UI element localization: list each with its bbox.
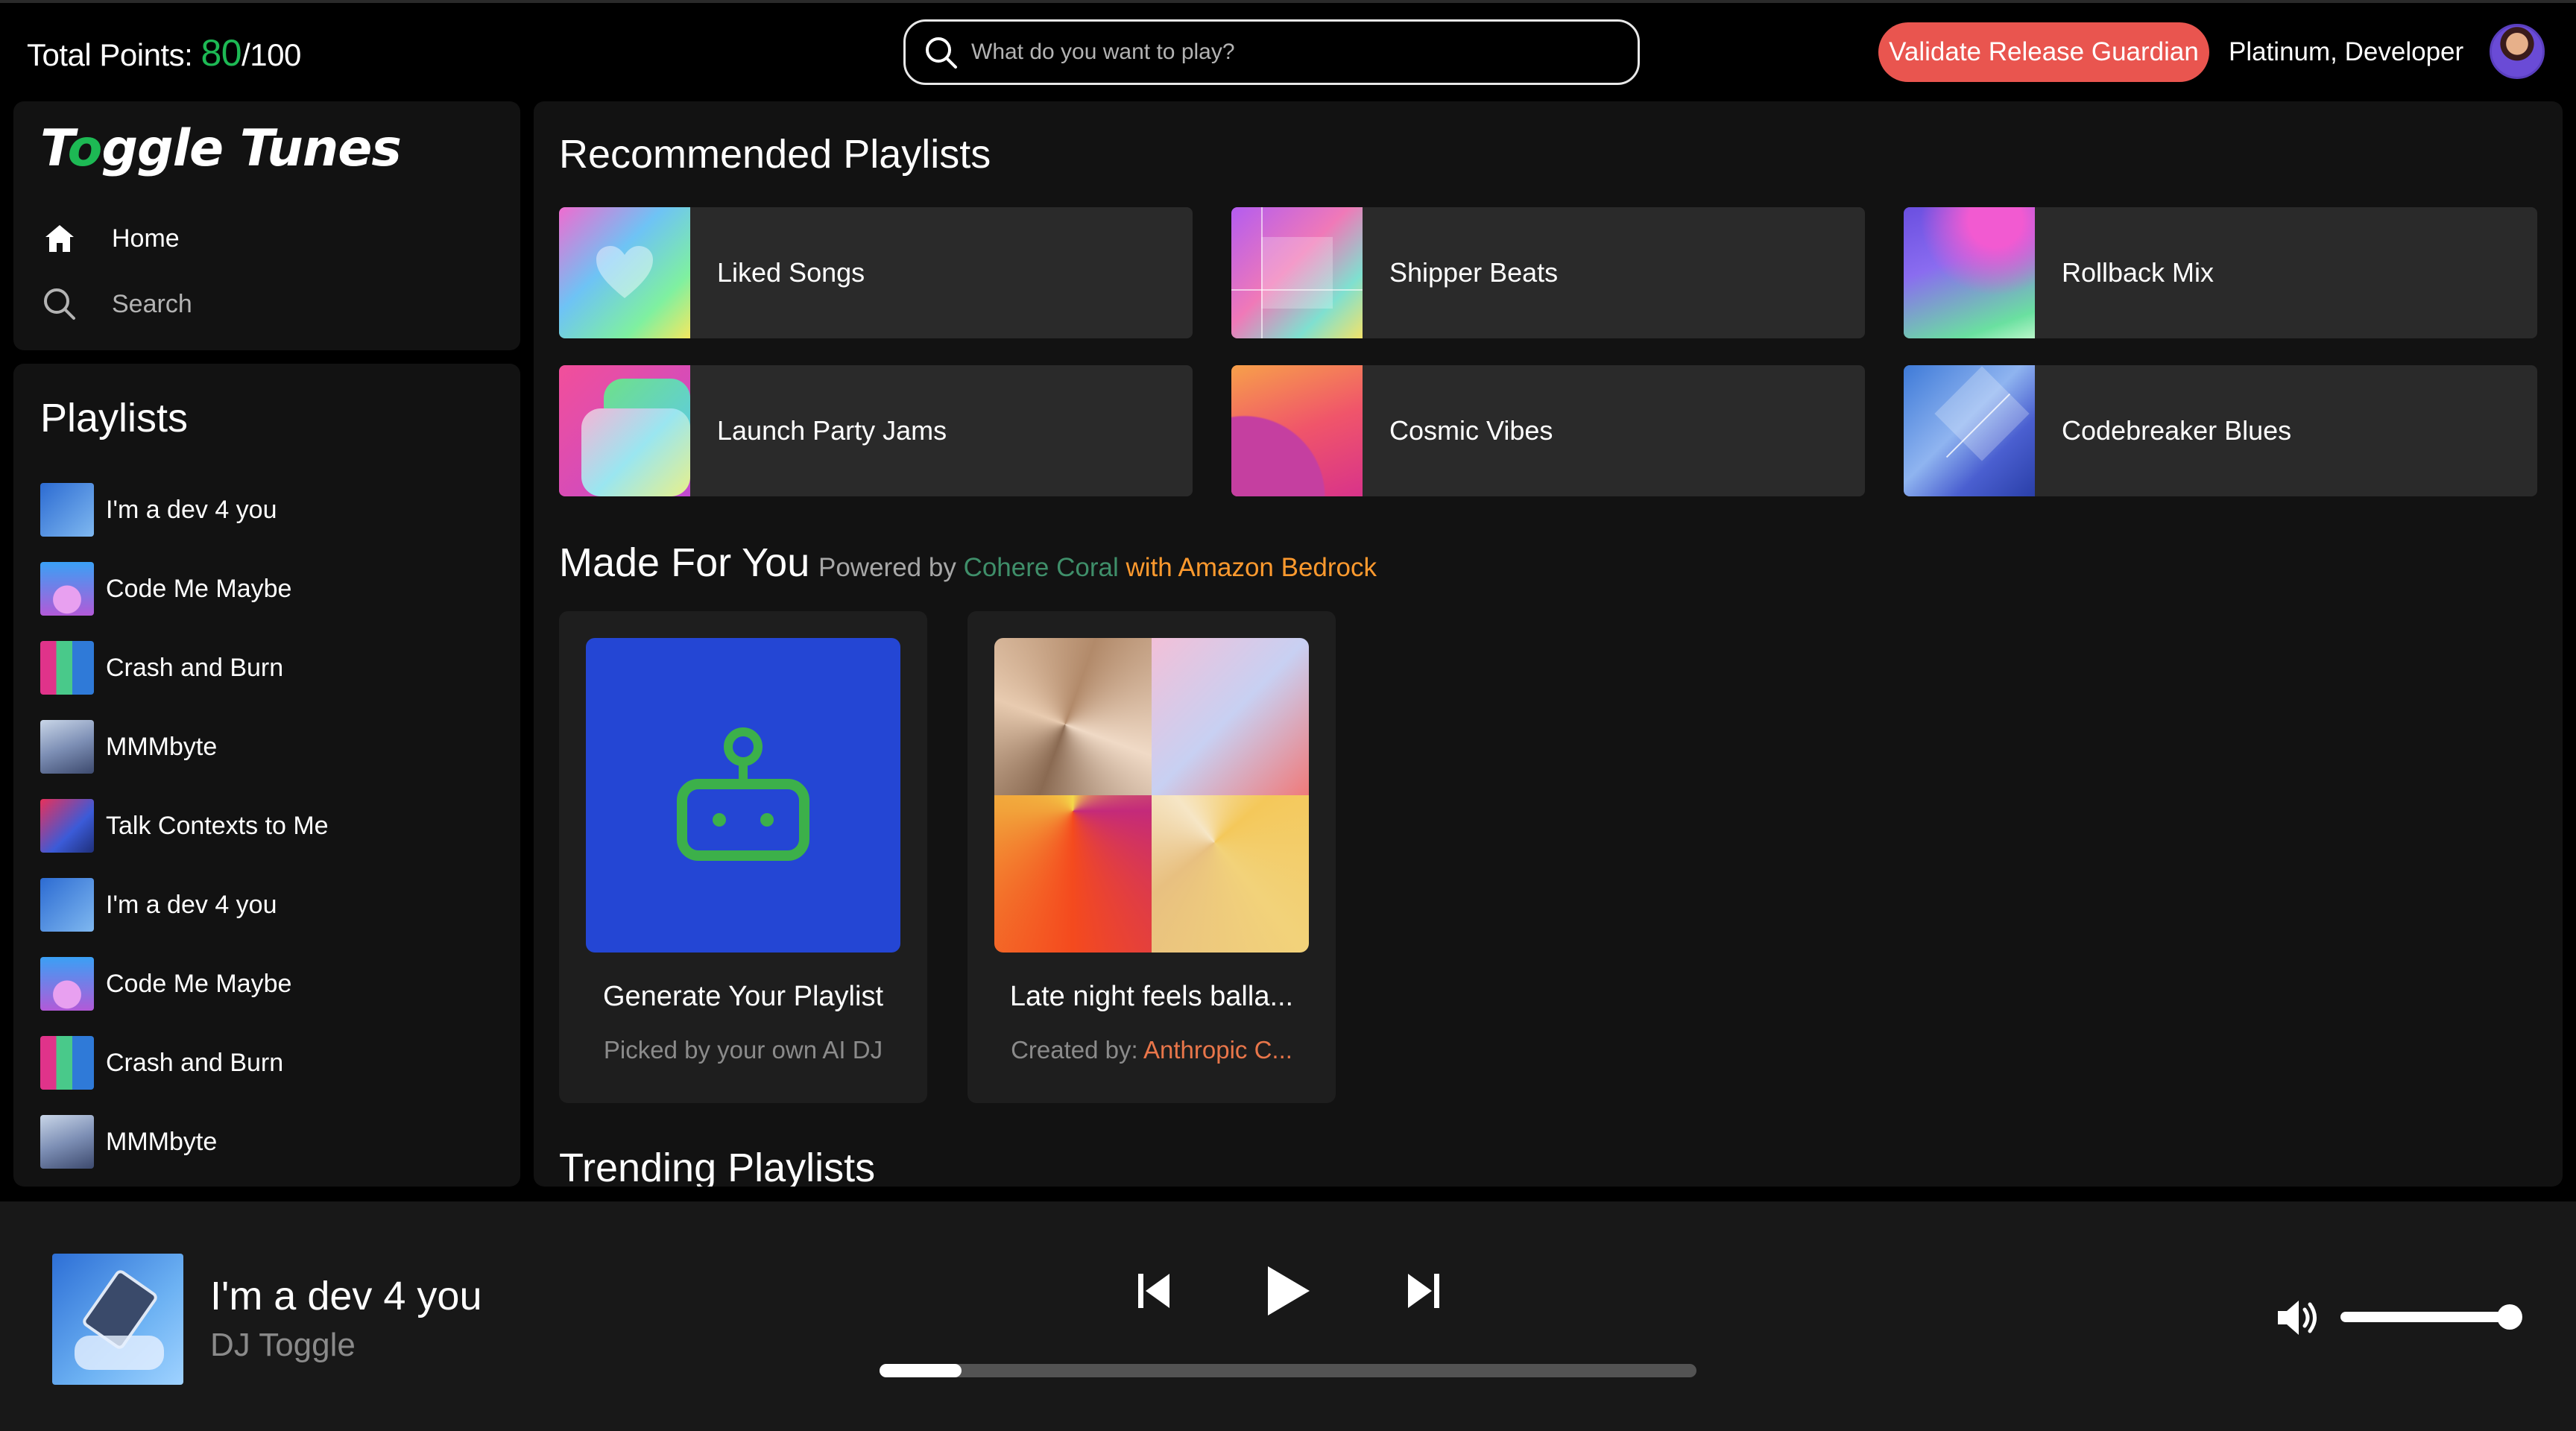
next-button[interactable] (1403, 1270, 1445, 1312)
recommended-card-label: Codebreaker Blues (2062, 415, 2292, 446)
recommended-heading: Recommended Playlists (559, 132, 991, 177)
recommended-card[interactable]: Rollback Mix (1904, 207, 2537, 338)
playlist-cover (1231, 365, 1363, 496)
playlist-cover (994, 638, 1309, 953)
playlist-item[interactable]: I'm a dev 4 you (40, 483, 277, 537)
total-points: Total Points: 80/100 (27, 31, 301, 75)
points-total: /100 (242, 37, 301, 72)
home-icon (40, 219, 79, 258)
recommended-card-label: Shipper Beats (1389, 257, 1559, 288)
top-bar: Total Points: 80/100 Validate Release Gu… (0, 0, 2576, 98)
player-bar: I'm a dev 4 you DJ Toggle (0, 1201, 2576, 1431)
playlist-cover (1904, 207, 2035, 338)
now-playing-cover (52, 1254, 183, 1385)
points-label: Total Points: (27, 37, 193, 72)
playlist-item[interactable]: Talk Contexts to Me (40, 799, 329, 853)
nav-home[interactable]: Home (40, 219, 180, 258)
nav-search-label: Search (112, 289, 192, 318)
playlist-item[interactable]: Code Me Maybe (40, 562, 291, 616)
volume-icon (2278, 1301, 2317, 1335)
recommended-card[interactable]: Codebreaker Blues (1904, 365, 2537, 496)
card-subtitle: Picked by your own AI DJ (603, 1036, 883, 1064)
playlist-item[interactable]: Crash and Burn (40, 641, 283, 695)
card-title: Late night feels balla... (1009, 981, 1294, 1012)
heart-icon (596, 246, 653, 298)
recommended-card-label: Liked Songs (717, 257, 865, 288)
points-value: 80 (201, 32, 242, 74)
search-icon (40, 285, 79, 323)
recommended-card-label: Launch Party Jams (717, 415, 947, 446)
volume-slider[interactable] (2340, 1312, 2510, 1322)
playlist-cover (1904, 365, 2035, 496)
avatar[interactable] (2490, 24, 2545, 79)
playlists-heading: Playlists (40, 396, 189, 440)
playlist-thumbnail (40, 957, 94, 1011)
skip-previous-icon (1138, 1274, 1169, 1308)
now-playing-artist[interactable]: DJ Toggle (210, 1327, 356, 1364)
playlist-item[interactable]: MMMbyte (40, 1115, 217, 1169)
playlist-thumbnail (40, 1115, 94, 1169)
playlist-thumbnail (40, 720, 94, 774)
robot-cover (586, 638, 900, 953)
recommended-card-label: Rollback Mix (2062, 257, 2214, 288)
playlist-thumbnail (40, 483, 94, 537)
playlist-thumbnail (40, 641, 94, 695)
recommended-card-label: Cosmic Vibes (1389, 415, 1553, 446)
playlist-cover (1231, 207, 1363, 338)
previous-button[interactable] (1133, 1270, 1175, 1312)
playlist-cover (559, 365, 690, 496)
user-name[interactable]: Platinum, Developer (2229, 37, 2463, 67)
playlist-item[interactable]: Crash and Burn (40, 1036, 283, 1090)
now-playing-title[interactable]: I'm a dev 4 you (210, 1273, 482, 1319)
playlist-cover (559, 207, 690, 338)
nav-search[interactable]: Search (40, 285, 192, 323)
validate-release-guardian-button[interactable]: Validate Release Guardian (1878, 22, 2209, 82)
app-logo[interactable]: Toggle Tunes (40, 119, 402, 178)
generate-playlist-card[interactable]: Generate Your Playlist Picked by your ow… (559, 611, 927, 1103)
progress-bar[interactable] (880, 1364, 1696, 1377)
play-button[interactable] (1260, 1261, 1316, 1321)
recommended-card[interactable]: Cosmic Vibes (1231, 365, 1865, 496)
search-input[interactable] (971, 29, 1612, 75)
playlist-thumbnail (40, 562, 94, 616)
powered-by-text: Powered by Cohere Coral with Amazon Bedr… (818, 553, 1377, 582)
skip-next-icon (1408, 1274, 1439, 1308)
progress-fill (880, 1364, 962, 1377)
card-title: Generate Your Playlist (602, 981, 883, 1012)
playlist-thumbnail (40, 799, 94, 853)
sidebar-playlists-panel: Playlists I'm a dev 4 you Code Me Maybe … (13, 364, 520, 1187)
card-subtitle: Created by: Anthropic C... (1011, 1036, 1292, 1064)
playlist-item[interactable]: MMMbyte (40, 720, 217, 774)
play-icon (1268, 1266, 1310, 1315)
recommended-card[interactable]: Launch Party Jams (559, 365, 1193, 496)
volume-handle[interactable] (2497, 1304, 2522, 1330)
playlist-item[interactable]: I'm a dev 4 you (40, 878, 277, 932)
search-bar[interactable] (903, 19, 1640, 85)
main-content: Recommended Playlists Liked Songs Shippe… (534, 101, 2563, 1187)
recommended-card[interactable]: Liked Songs (559, 207, 1193, 338)
recommended-card[interactable]: Shipper Beats (1231, 207, 1865, 338)
search-icon (926, 37, 957, 69)
late-night-playlist-card[interactable]: Late night feels balla... Created by: An… (967, 611, 1336, 1103)
volume-button[interactable] (2275, 1297, 2323, 1339)
playlist-item[interactable]: Code Me Maybe (40, 957, 291, 1011)
made-for-you-heading: Made For You (559, 540, 810, 585)
playlist-thumbnail (40, 878, 94, 932)
sidebar-nav-panel: Toggle Tunes Home Search (13, 101, 520, 350)
nav-home-label: Home (112, 224, 180, 253)
trending-heading: Trending Playlists (559, 1146, 876, 1187)
playlist-thumbnail (40, 1036, 94, 1090)
robot-icon (677, 727, 809, 861)
